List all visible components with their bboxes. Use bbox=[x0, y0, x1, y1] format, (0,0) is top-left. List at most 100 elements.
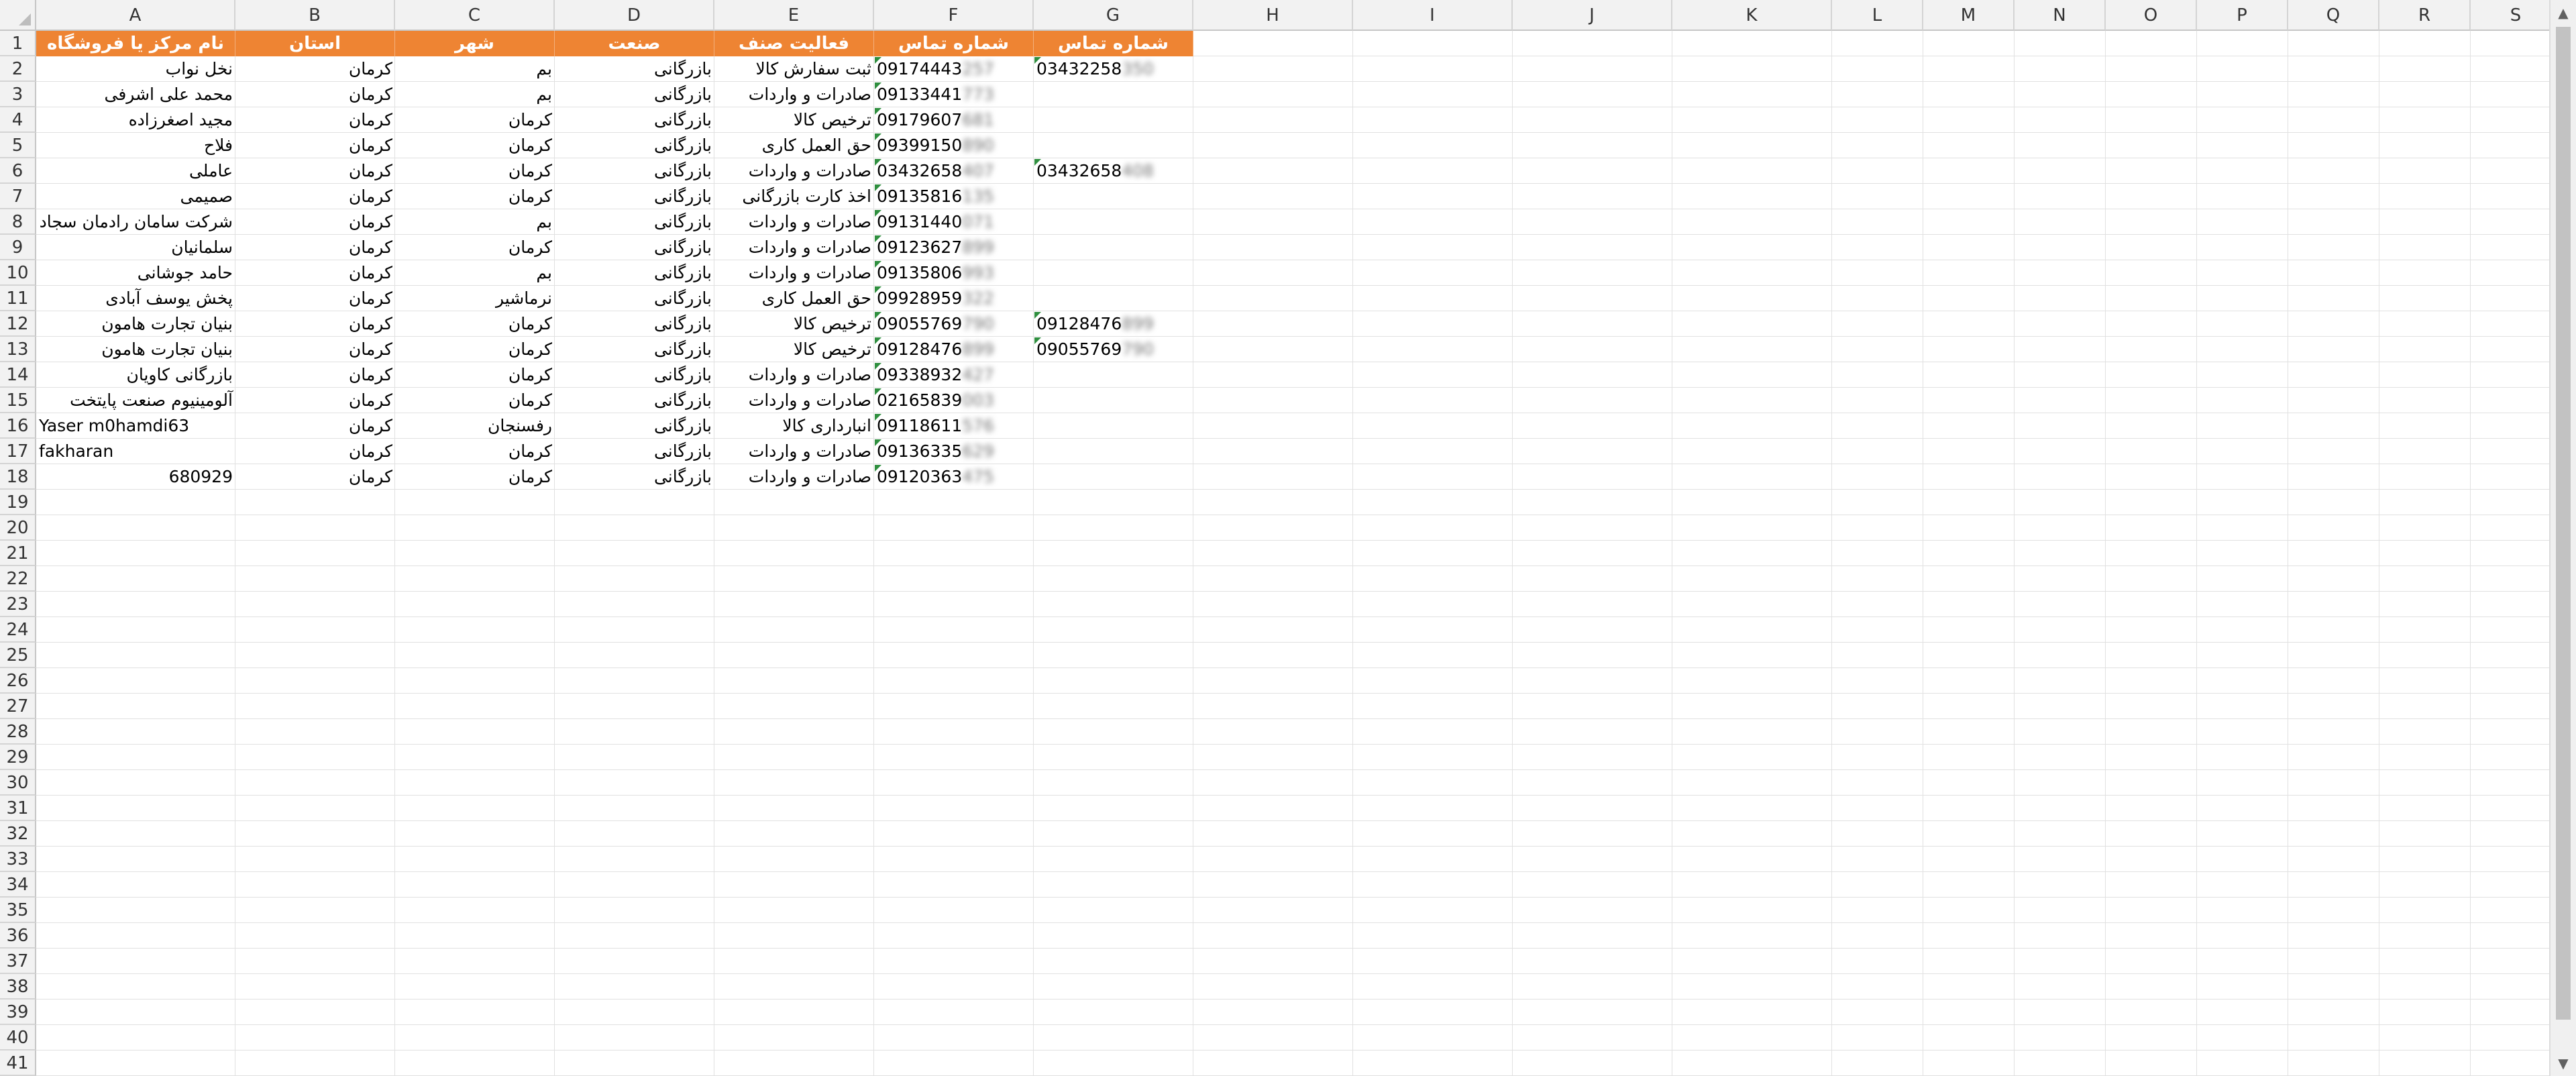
error-indicator-icon[interactable] bbox=[875, 210, 881, 217]
column-header-b[interactable]: B bbox=[235, 0, 395, 31]
province-cell[interactable]: کرمان bbox=[235, 286, 395, 311]
city-cell[interactable]: کرمان bbox=[395, 388, 555, 413]
row-header-32[interactable]: 32 bbox=[0, 821, 36, 847]
row-header-4[interactable]: 4 bbox=[0, 107, 36, 133]
error-indicator-icon[interactable] bbox=[1034, 337, 1041, 344]
error-indicator-icon[interactable] bbox=[875, 133, 881, 140]
phone-cell[interactable]: 09118611576 bbox=[874, 413, 1034, 439]
province-cell[interactable]: کرمان bbox=[235, 158, 395, 184]
store-name-cell[interactable]: 680929 bbox=[36, 464, 235, 490]
city-cell[interactable]: بم bbox=[395, 56, 555, 82]
row-header-24[interactable]: 24 bbox=[0, 617, 36, 643]
province-cell[interactable]: کرمان bbox=[235, 413, 395, 439]
error-indicator-icon[interactable] bbox=[875, 439, 881, 446]
city-cell[interactable]: نرماشیر bbox=[395, 286, 555, 311]
error-indicator-icon[interactable] bbox=[875, 337, 881, 344]
row-header-19[interactable]: 19 bbox=[0, 490, 36, 515]
activity-cell[interactable]: حق العمل کاری bbox=[714, 286, 874, 311]
row-header-7[interactable]: 7 bbox=[0, 184, 36, 209]
industry-cell[interactable]: بازرگانی bbox=[555, 184, 714, 209]
row-header-20[interactable]: 20 bbox=[0, 515, 36, 541]
error-indicator-icon[interactable] bbox=[875, 184, 881, 191]
industry-cell[interactable]: بازرگانی bbox=[555, 107, 714, 133]
phone-cell[interactable]: 09174443257 bbox=[874, 56, 1034, 82]
phone-cell[interactable]: 09055769790 bbox=[874, 311, 1034, 337]
store-name-cell[interactable]: شرکت سامان رادمان سجاد bbox=[36, 209, 235, 235]
error-indicator-icon[interactable] bbox=[1034, 159, 1041, 166]
store-name-cell[interactable]: مجید اصغرزاده bbox=[36, 107, 235, 133]
province-cell[interactable]: کرمان bbox=[235, 133, 395, 158]
column-header-c[interactable]: C bbox=[395, 0, 555, 31]
row-header-12[interactable]: 12 bbox=[0, 311, 36, 337]
phone-cell[interactable]: 09123627899 bbox=[874, 235, 1034, 260]
city-cell[interactable]: کرمان bbox=[395, 362, 555, 388]
row-header-40[interactable]: 40 bbox=[0, 1025, 36, 1051]
error-indicator-icon[interactable] bbox=[875, 261, 881, 268]
store-name-cell[interactable]: بازرگانی کاویان bbox=[36, 362, 235, 388]
chevron-down-icon[interactable]: ▼ bbox=[2551, 1051, 2576, 1076]
phone-cell[interactable]: 09136335629 bbox=[874, 439, 1034, 464]
error-indicator-icon[interactable] bbox=[875, 108, 881, 115]
store-name-cell[interactable]: محمد علی اشرفی bbox=[36, 82, 235, 107]
activity-cell[interactable]: ثبت سفارش کالا bbox=[714, 56, 874, 82]
error-indicator-icon[interactable] bbox=[1034, 312, 1041, 319]
row-header-41[interactable]: 41 bbox=[0, 1051, 36, 1076]
row-header-5[interactable]: 5 bbox=[0, 133, 36, 158]
province-cell[interactable]: کرمان bbox=[235, 311, 395, 337]
store-name-cell[interactable]: فلاح bbox=[36, 133, 235, 158]
activity-cell[interactable]: صادرات و واردات bbox=[714, 464, 874, 490]
row-header-8[interactable]: 8 bbox=[0, 209, 36, 235]
industry-cell[interactable]: بازرگانی bbox=[555, 439, 714, 464]
error-indicator-icon[interactable] bbox=[875, 235, 881, 242]
industry-cell[interactable]: بازرگانی bbox=[555, 337, 714, 362]
province-cell[interactable]: کرمان bbox=[235, 337, 395, 362]
vertical-scrollbar[interactable]: ▲ ▼ bbox=[2549, 0, 2576, 1076]
phone-cell[interactable]: 09135806993 bbox=[874, 260, 1034, 286]
column-header-h[interactable]: H bbox=[1193, 0, 1353, 31]
column-header-g[interactable]: G bbox=[1034, 0, 1193, 31]
province-cell[interactable]: کرمان bbox=[235, 82, 395, 107]
error-indicator-icon[interactable] bbox=[875, 286, 881, 293]
row-header-18[interactable]: 18 bbox=[0, 464, 36, 490]
row-header-11[interactable]: 11 bbox=[0, 286, 36, 311]
city-cell[interactable]: رفسنجان bbox=[395, 413, 555, 439]
city-cell[interactable]: بم bbox=[395, 209, 555, 235]
row-header-29[interactable]: 29 bbox=[0, 745, 36, 770]
header-cell-f[interactable]: شماره تماس bbox=[874, 31, 1034, 56]
row-header-6[interactable]: 6 bbox=[0, 158, 36, 184]
city-cell[interactable]: کرمان bbox=[395, 337, 555, 362]
activity-cell[interactable]: ترخیص کالا bbox=[714, 311, 874, 337]
row-header-1[interactable]: 1 bbox=[0, 31, 36, 56]
city-cell[interactable]: کرمان bbox=[395, 133, 555, 158]
column-header-p[interactable]: P bbox=[2197, 0, 2288, 31]
province-cell[interactable]: کرمان bbox=[235, 439, 395, 464]
activity-cell[interactable]: صادرات و واردات bbox=[714, 209, 874, 235]
row-header-26[interactable]: 26 bbox=[0, 668, 36, 694]
column-header-j[interactable]: J bbox=[1513, 0, 1672, 31]
error-indicator-icon[interactable] bbox=[875, 388, 881, 395]
store-name-cell[interactable]: حامد جوشانی bbox=[36, 260, 235, 286]
row-header-15[interactable]: 15 bbox=[0, 388, 36, 413]
select-all-button[interactable] bbox=[0, 0, 36, 31]
row-header-30[interactable]: 30 bbox=[0, 770, 36, 796]
phone-cell[interactable]: 02165839003 bbox=[874, 388, 1034, 413]
phone-cell[interactable]: 03432658408 bbox=[1034, 158, 1193, 184]
province-cell[interactable]: کرمان bbox=[235, 209, 395, 235]
spreadsheet[interactable]: ABCDEFGHIJKLMNOPQRS 1 2 3 4 5 6 7 8 9 10 11 12 13 14 1… bbox=[0, 0, 2562, 1076]
phone-cell[interactable]: 09338932427 bbox=[874, 362, 1034, 388]
column-header-e[interactable]: E bbox=[714, 0, 874, 31]
store-name-cell[interactable]: سلمانیان bbox=[36, 235, 235, 260]
column-header-l[interactable]: L bbox=[1832, 0, 1923, 31]
store-name-cell[interactable]: پخش یوسف آبادی bbox=[36, 286, 235, 311]
error-indicator-icon[interactable] bbox=[875, 83, 881, 89]
column-header-d[interactable]: D bbox=[555, 0, 714, 31]
city-cell[interactable]: کرمان bbox=[395, 311, 555, 337]
header-cell-g[interactable]: شماره تماس bbox=[1034, 31, 1193, 56]
industry-cell[interactable]: بازرگانی bbox=[555, 82, 714, 107]
column-header-m[interactable]: M bbox=[1923, 0, 2015, 31]
activity-cell[interactable]: حق العمل کاری bbox=[714, 133, 874, 158]
industry-cell[interactable]: بازرگانی bbox=[555, 362, 714, 388]
store-name-cell[interactable]: نخل نواب bbox=[36, 56, 235, 82]
phone-cell[interactable]: 09133441773 bbox=[874, 82, 1034, 107]
phone-cell[interactable]: 09131440071 bbox=[874, 209, 1034, 235]
